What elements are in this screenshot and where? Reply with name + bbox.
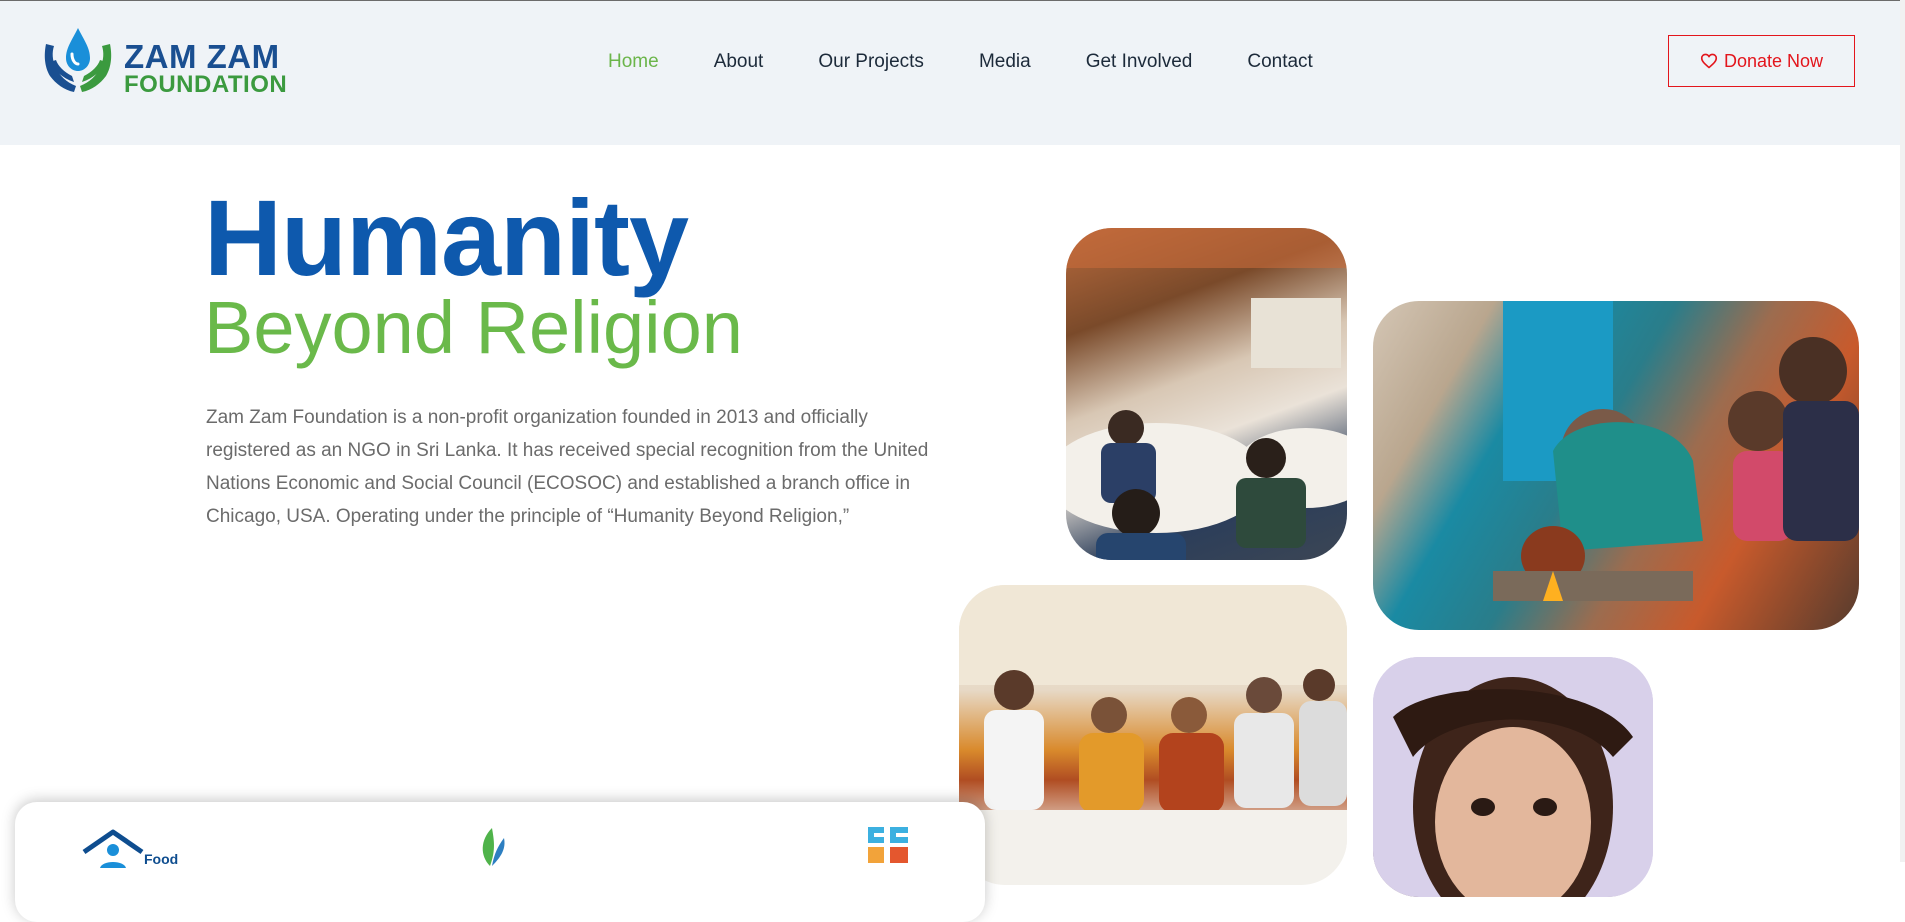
conference-photo [1066,228,1347,560]
hero-title: Humanity [204,177,689,298]
heart-icon [1700,53,1718,69]
nav-item-about[interactable]: About [714,48,764,76]
nav-item-home[interactable]: Home [608,48,659,76]
child-portrait-photo [1373,657,1653,897]
nav-item-media[interactable]: Media [979,48,1031,76]
scrollbar-track[interactable] [1900,0,1905,862]
conference-photo-art [1066,228,1347,560]
education-icon [868,827,908,863]
hero-subtitle: Beyond Religion [204,286,743,369]
logo-text-secondary: FOUNDATION [124,71,288,98]
hero-description: Zam Zam Foundation is a non-profit organ… [206,407,929,527]
nav-item-get-involved[interactable]: Get Involved [1086,48,1193,76]
interfaith-panel-photo [959,585,1347,885]
site-logo[interactable]: ZAM ZAM FOUNDATION [42,26,302,98]
food-label: Food [144,851,179,867]
food-house-icon [82,829,144,868]
leaf-icon [482,828,505,866]
cooking-family-photo [1373,301,1859,630]
donate-button[interactable]: Donate Now [1668,35,1855,87]
cooking-family-photo-art [1493,301,1859,601]
logo-hands-drop-icon [44,28,112,92]
child-portrait-photo-art [1373,657,1653,897]
nav-item-our-projects[interactable]: Our Projects [818,48,924,76]
interfaith-panel-photo-art [959,585,1347,885]
logo-text-primary: ZAM ZAM [124,38,280,75]
main-nav: Home About Our Projects Media Get Involv… [608,48,1368,76]
nav-item-contact[interactable]: Contact [1247,48,1312,76]
donate-button-label: Donate Now [1723,50,1824,71]
